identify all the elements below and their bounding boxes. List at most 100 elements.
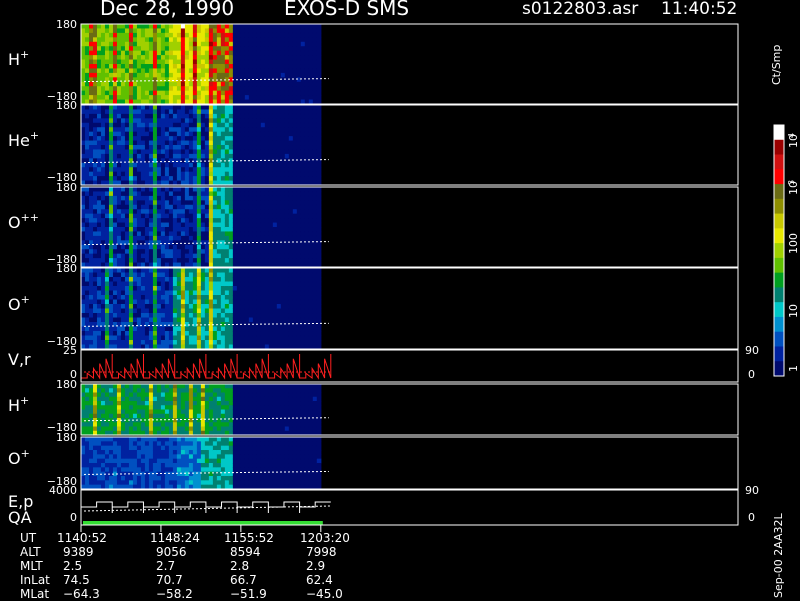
- heat-cell: [285, 154, 290, 159]
- heat-cell: [173, 64, 178, 69]
- heat-cell: [177, 405, 182, 410]
- heat-cell: [201, 141, 206, 146]
- heat-cell: [173, 322, 178, 327]
- heat-cell: [177, 422, 182, 427]
- heat-cell: [81, 123, 86, 128]
- heat-cell: [93, 172, 98, 177]
- heat-cell: [137, 286, 142, 291]
- heat-cell: [153, 24, 158, 29]
- heat-cell: [117, 331, 122, 336]
- heat-cell: [217, 300, 222, 305]
- heat-cell: [209, 397, 214, 402]
- heat-cell: [293, 114, 298, 119]
- heat-cell: [229, 145, 234, 150]
- heat-cell: [133, 141, 138, 146]
- heat-cell: [89, 37, 94, 42]
- heat-cell: [285, 68, 290, 73]
- heat-cell: [161, 322, 166, 327]
- heat-cell: [141, 114, 146, 119]
- heat-cell: [165, 322, 170, 327]
- heat-cell: [237, 393, 242, 398]
- heat-cell: [105, 127, 110, 132]
- heat-cell: [269, 414, 274, 419]
- heat-cell: [185, 95, 190, 100]
- heat-cell: [237, 304, 242, 309]
- heat-cell: [169, 60, 174, 65]
- heat-cell: [201, 214, 206, 219]
- heat-cell: [177, 154, 182, 159]
- heat-cell: [173, 205, 178, 210]
- heat-cell: [177, 340, 182, 345]
- heat-cell: [225, 176, 230, 181]
- heat-cell: [229, 388, 234, 393]
- heat-cell: [93, 163, 98, 168]
- heat-cell: [153, 336, 158, 341]
- heat-cell: [305, 114, 310, 119]
- heat-cell: [109, 51, 114, 56]
- heat-cell: [153, 397, 158, 402]
- heat-cell: [261, 64, 266, 69]
- heat-cell: [97, 388, 102, 393]
- heat-cell: [109, 172, 114, 177]
- heat-cell: [125, 318, 130, 323]
- heat-cell: [245, 200, 250, 205]
- heat-cell: [233, 254, 238, 259]
- heat-cell: [241, 236, 246, 241]
- heat-cell: [89, 33, 94, 38]
- heat-cell: [233, 64, 238, 69]
- heat-cell: [133, 158, 138, 163]
- heat-cell: [245, 176, 250, 181]
- heat-cell: [141, 205, 146, 210]
- heat-cell: [233, 410, 238, 415]
- heat-cell: [93, 304, 98, 309]
- heat-cell: [177, 109, 182, 114]
- heat-cell: [301, 340, 306, 345]
- heat-cell: [309, 258, 314, 263]
- heat-cell: [245, 277, 250, 282]
- heat-cell: [189, 214, 194, 219]
- heat-cell: [145, 318, 150, 323]
- heat-cell: [213, 82, 218, 87]
- heat-cell: [105, 82, 110, 87]
- heat-cell: [297, 218, 302, 223]
- heat-cell: [241, 172, 246, 177]
- heat-cell: [197, 336, 202, 341]
- heat-cell: [313, 154, 318, 159]
- heat-cell: [133, 393, 138, 398]
- heat-cell: [85, 336, 90, 341]
- heat-cell: [165, 91, 170, 96]
- heat-cell: [205, 28, 210, 33]
- heat-cell: [153, 114, 158, 119]
- heat-cell: [201, 422, 206, 427]
- heat-cell: [129, 28, 134, 33]
- heat-cell: [297, 291, 302, 296]
- heat-cell: [237, 414, 242, 419]
- heat-cell: [89, 118, 94, 123]
- heat-cell: [161, 37, 166, 42]
- heat-cell: [201, 254, 206, 259]
- heat-cell: [225, 384, 230, 389]
- heat-cell: [121, 176, 126, 181]
- heat-cell: [125, 86, 130, 91]
- heat-cell: [113, 109, 118, 114]
- heat-cell: [213, 227, 218, 232]
- heat-cell: [101, 33, 106, 38]
- heat-cell: [157, 60, 162, 65]
- heat-cell: [185, 91, 190, 96]
- heat-cell: [149, 149, 154, 154]
- heat-cell: [169, 331, 174, 336]
- heat-cell: [225, 24, 230, 29]
- heat-cell: [177, 105, 182, 110]
- heat-cell: [261, 282, 266, 287]
- heat-cell: [205, 327, 210, 332]
- heat-cell: [117, 191, 122, 196]
- heat-cell: [237, 82, 242, 87]
- heat-cell: [89, 254, 94, 259]
- heat-cell: [285, 214, 290, 219]
- heat-cell: [269, 295, 274, 300]
- heat-cell: [133, 187, 138, 192]
- heat-cell: [109, 422, 114, 427]
- heat-cell: [277, 132, 282, 137]
- heat-cell: [185, 73, 190, 78]
- heat-cell: [149, 268, 154, 273]
